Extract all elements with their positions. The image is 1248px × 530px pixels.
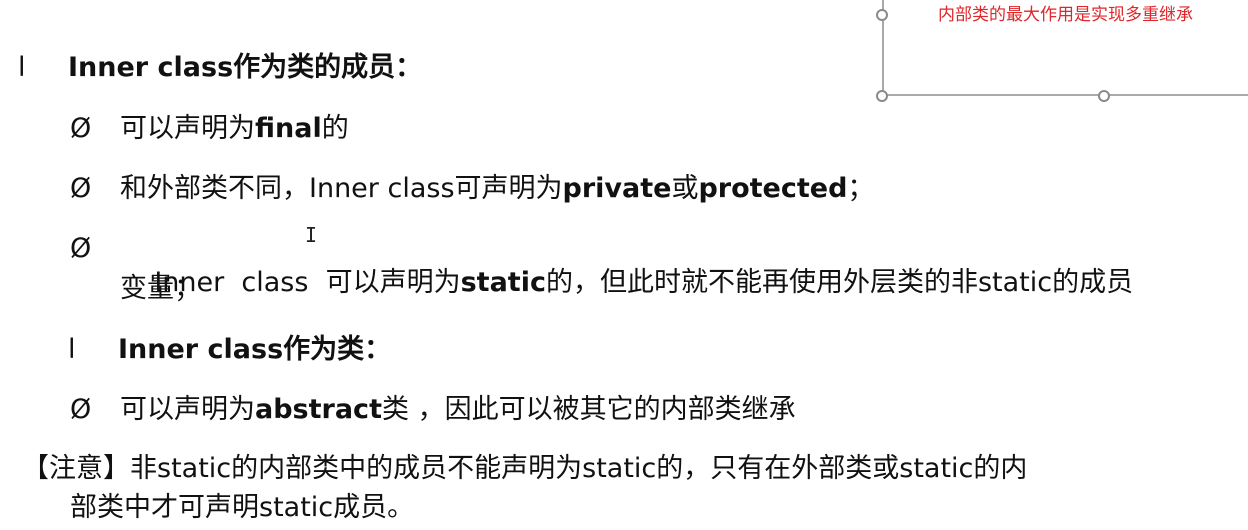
section1-item-2: 和外部类不同，Inner class可声明为private或protected； <box>120 172 874 206</box>
item-text: 和外部类不同，Inner class可声明为 <box>120 173 563 204</box>
empty-set-icon: Ø <box>70 394 92 425</box>
item-keyword: protected <box>698 173 848 204</box>
section2-item-1: 可以声明为abstract类 ，因此可以被其它的内部类继承 <box>120 393 796 427</box>
resize-handle-bottom-middle[interactable] <box>1098 90 1110 102</box>
item-text: 可以声明为 <box>120 394 255 425</box>
resize-handle-top-left[interactable] <box>876 9 888 21</box>
note-line-1: 【注意】非static的内部类中的成员不能声明为static的，只有在外部类或s… <box>22 453 1028 484</box>
empty-set-icon: Ø <box>70 113 92 144</box>
empty-set-icon: Ø <box>70 173 92 204</box>
section2-heading: Inner class作为类： <box>118 334 392 365</box>
resize-handle-bottom-left[interactable] <box>876 90 888 102</box>
text-cursor-icon: I <box>305 223 318 247</box>
bullet-bar-marker: l <box>68 334 76 365</box>
item-keyword: final <box>255 113 322 144</box>
note-line-2: 部类中才可声明static成员。 <box>70 492 415 523</box>
item-keyword: static <box>460 267 546 298</box>
section1-item-1: 可以声明为final的 <box>120 112 349 146</box>
empty-set-icon: Ø <box>70 233 92 264</box>
item-text: 类 ，因此可以被其它的内部类继承 <box>381 394 796 425</box>
bullet-bar-marker: l <box>18 52 26 83</box>
item-keyword: private <box>562 173 672 204</box>
slide: 内部类的最大作用是实现多重继承 l Inner class作为类的成员： Ø 可… <box>0 0 1248 530</box>
item-text: 的，但此时就不能再使用外层类的非static的成员 <box>545 267 1134 298</box>
item-keyword: abstract <box>255 394 382 425</box>
item-text: 的 <box>321 113 349 144</box>
section1-heading: Inner class作为类的成员： <box>68 52 423 83</box>
item-text: ； <box>847 173 875 204</box>
section1-item-3-continuation: 变量； <box>120 273 201 304</box>
callout-text[interactable]: 内部类的最大作用是实现多重继承 <box>938 3 1243 28</box>
item-text: 可以声明为 <box>120 113 255 144</box>
item-text: 或 <box>671 173 699 204</box>
section1-item-3: Inner class 可以声明为static的，但此时就不能再使用外层类的非s… <box>120 232 1133 334</box>
